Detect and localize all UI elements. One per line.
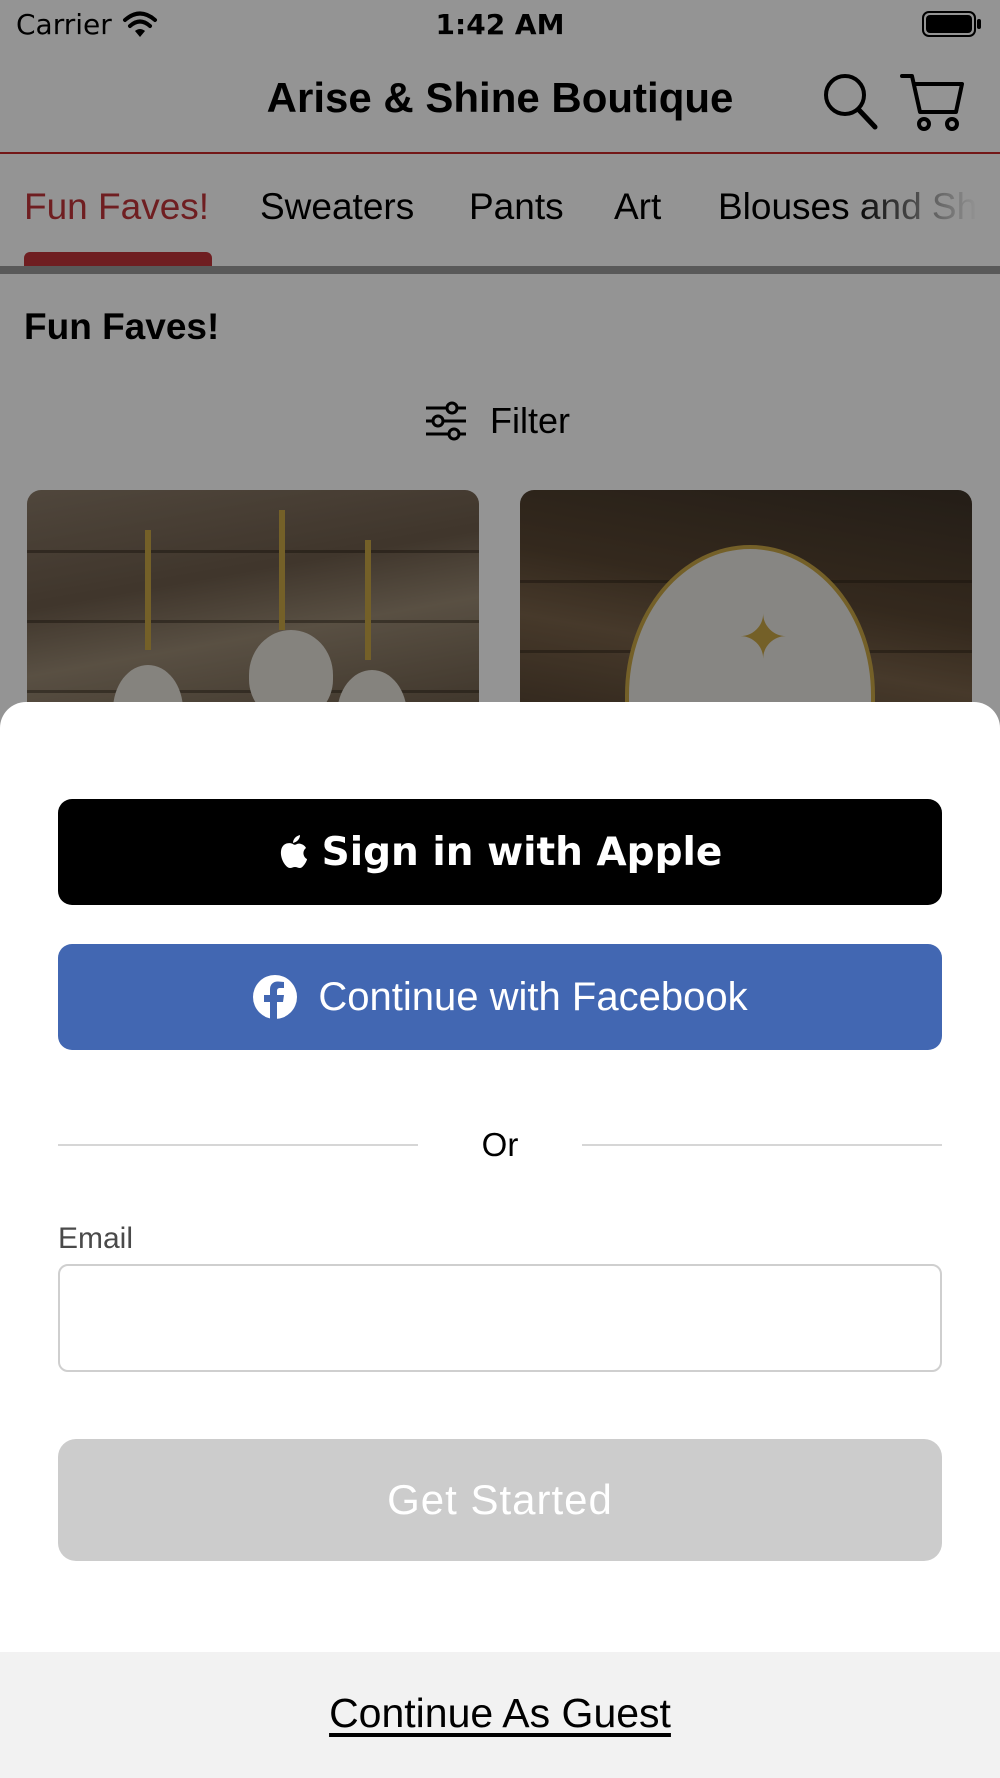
divider-line bbox=[582, 1144, 942, 1146]
facebook-logo-icon bbox=[253, 975, 298, 1019]
guest-bar: Continue As Guest bbox=[0, 1652, 1000, 1778]
apple-logo-icon bbox=[280, 835, 307, 868]
get-started-button[interactable]: Get Started bbox=[58, 1439, 942, 1561]
sign-in-with-apple-button[interactable]: Sign in with Apple bbox=[58, 799, 942, 905]
sign-in-sheet: Sign in with Apple Continue with Faceboo… bbox=[0, 702, 1000, 1778]
email-label: Email bbox=[58, 1222, 134, 1255]
apple-button-label: Sign in with Apple bbox=[321, 829, 723, 875]
continue-as-guest-link[interactable]: Continue As Guest bbox=[0, 1690, 1000, 1737]
or-divider: Or bbox=[58, 1120, 942, 1170]
get-started-label: Get Started bbox=[387, 1476, 613, 1523]
facebook-button-label: Continue with Facebook bbox=[318, 974, 748, 1019]
continue-with-facebook-button[interactable]: Continue with Facebook bbox=[58, 944, 942, 1050]
email-field[interactable] bbox=[58, 1264, 942, 1372]
